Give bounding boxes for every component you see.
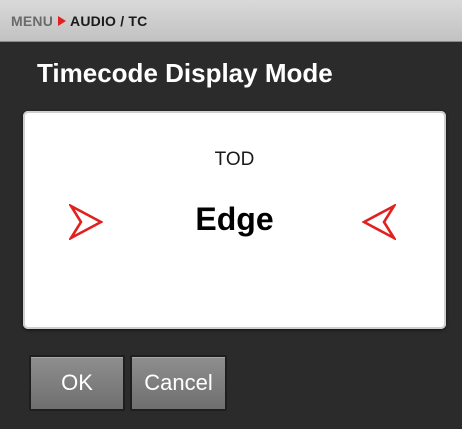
value-selector-panel: TOD Edge — [23, 111, 446, 329]
breadcrumb-menu[interactable]: MENU — [11, 13, 53, 29]
chevron-left-icon[interactable] — [362, 204, 396, 240]
cancel-button[interactable]: Cancel — [130, 355, 227, 411]
breadcrumb-current: AUDIO / TC — [70, 12, 148, 29]
option-previous[interactable]: TOD — [23, 149, 446, 171]
breadcrumb: MENU AUDIO / TC — [0, 0, 462, 42]
ok-button[interactable]: OK — [29, 355, 125, 411]
page-title: Timecode Display Mode — [37, 58, 333, 88]
breadcrumb-separator-icon — [58, 15, 67, 26]
